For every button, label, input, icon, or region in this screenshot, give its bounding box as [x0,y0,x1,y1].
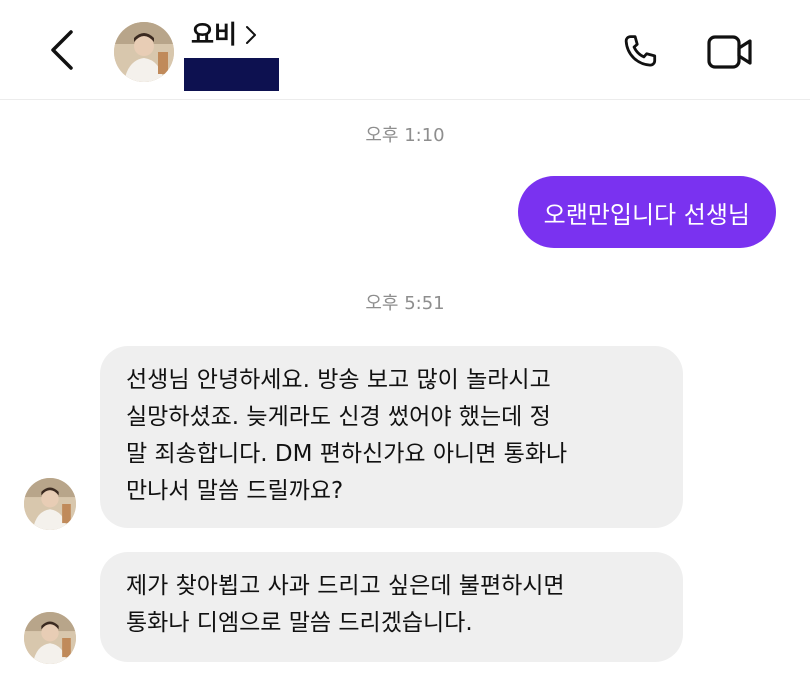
outgoing-message-bubble[interactable]: 오랜만입니다 선생님 [517,176,776,248]
incoming-message-bubble[interactable]: 선생님 안녕하세요. 방송 보고 많이 놀라시고 실망하셨죠. 늦게라도 신경 … [100,346,683,528]
phone-icon [624,35,657,67]
redacted-username [184,58,279,91]
message-line: 선생님 안녕하세요. 방송 보고 많이 놀라시고 [126,367,551,393]
message-line: 통화나 디엠으로 말씀 드리겠습니다. [126,610,473,636]
message-line: 실망하셨죠. 늦게라도 신경 썼어야 했는데 정 [126,404,551,430]
video-camera-icon [707,35,752,69]
message-line: 만나서 말씀 드릴까요? [126,478,344,504]
incoming-message-bubble[interactable]: 제가 찾아뵙고 사과 드리고 싶은데 불편하시면 통화나 디엠으로 말씀 드리겠… [100,552,683,662]
message-timestamp: 오후 1:10 [365,125,445,146]
avatar-photo [24,478,76,530]
avatar-photo [24,612,76,664]
chat-header: 요비 [0,0,810,100]
message-timestamp: 오후 5:51 [365,293,445,314]
message-line: 말 죄송합니다. DM 편하신가요 아니면 통화나 [126,441,568,467]
contact-name-button[interactable]: 요비 [191,18,257,52]
avatar-photo [114,22,174,82]
chevron-right-icon [245,25,257,45]
outgoing-message-text: 오랜만입니다 선생님 [543,200,750,229]
message-line: 제가 찾아뵙고 사과 드리고 싶은데 불편하시면 [126,573,565,599]
back-button[interactable] [40,28,84,72]
voice-call-button[interactable] [617,29,663,75]
sender-avatar[interactable] [24,612,76,664]
chevron-left-icon [51,30,73,70]
video-call-button[interactable] [704,29,756,75]
sender-avatar[interactable] [24,478,76,530]
contact-avatar[interactable] [114,22,174,82]
contact-name: 요비 [191,20,238,49]
